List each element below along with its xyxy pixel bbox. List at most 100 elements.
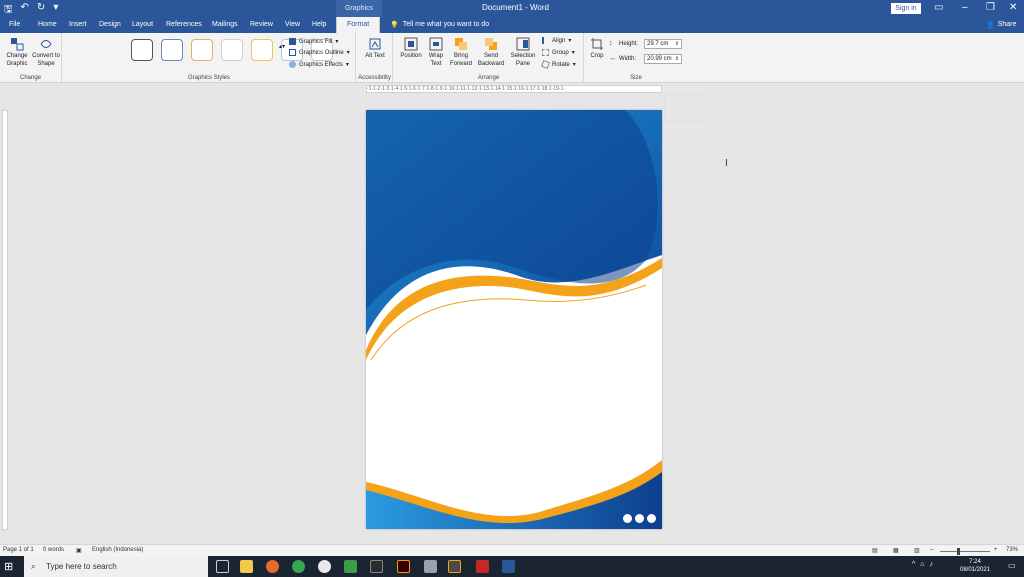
convert-shape-icon <box>40 40 52 48</box>
gallery-scroll-icon[interactable]: ▴▾ <box>279 43 285 50</box>
twitter-icon <box>623 514 632 523</box>
lightbulb-icon: 💡 <box>390 22 399 29</box>
proofing-icon[interactable]: ▣ <box>76 547 82 554</box>
change-graphic-icon <box>11 38 24 51</box>
minimize-icon[interactable]: – <box>962 2 968 13</box>
tab-design[interactable]: Design <box>99 21 121 28</box>
system-tray: ^ ⌂ ♪ <box>912 561 933 568</box>
volume-icon[interactable]: ♪ <box>930 561 934 568</box>
ribbon-tabs: File Home Insert Design Layout Reference… <box>0 17 1024 33</box>
task-view-icon[interactable] <box>216 560 229 573</box>
chevron-up-icon[interactable]: ^ <box>912 561 915 568</box>
width-field[interactable]: 20.99 cm ⇕ <box>644 54 682 64</box>
app-icon-2[interactable] <box>424 560 437 573</box>
alt-text-button[interactable]: Alt Text <box>363 37 387 60</box>
tab-references[interactable]: References <box>166 21 202 28</box>
tab-insert[interactable]: Insert <box>69 21 87 28</box>
tab-view[interactable]: View <box>285 21 300 28</box>
group-button[interactable]: Group ▾ <box>542 49 575 56</box>
app-icon[interactable] <box>318 560 331 573</box>
tab-home[interactable]: Home <box>38 21 57 28</box>
language[interactable]: English (Indonesia) <box>92 547 143 553</box>
selection-pane-icon <box>516 37 530 51</box>
graphics-effects-button[interactable]: Graphics Effects ▾ <box>289 61 349 68</box>
taskbar-search[interactable]: ⌕ Type here to search <box>24 556 208 577</box>
bring-forward-button[interactable]: Bring Forward <box>448 37 474 68</box>
inkscape-icon[interactable] <box>370 560 383 573</box>
read-mode-icon[interactable]: ▤ <box>872 547 878 554</box>
tab-file[interactable]: File <box>9 21 20 28</box>
illustrator-icon[interactable] <box>397 560 410 573</box>
style-swatch[interactable] <box>191 39 213 61</box>
selection-pane-button[interactable]: Selection Pane <box>508 37 538 68</box>
bring-forward-icon <box>455 38 467 50</box>
app-icon-4[interactable] <box>476 560 489 573</box>
change-graphic-button[interactable]: Change Graphic <box>3 37 31 68</box>
align-button[interactable]: Align ▾ <box>542 37 571 44</box>
crop-button[interactable]: Crop <box>587 37 607 60</box>
width-label: Width: <box>619 56 637 62</box>
social-icons <box>623 514 656 523</box>
arrange-label: Arrange <box>477 75 500 81</box>
horizontal-ruler[interactable]: ·1·1·2·1·3·1·4·1·5·1·6·1·7·1·8·1·9·1·10·… <box>366 85 662 93</box>
outline-icon <box>289 49 296 56</box>
network-icon[interactable]: ⌂ <box>920 561 924 568</box>
document-page[interactable] <box>366 110 662 529</box>
tab-format[interactable]: Format <box>336 17 381 33</box>
height-field[interactable]: 29.7 cm ⇕ <box>644 39 682 49</box>
ribbon-display-icon[interactable]: ▭ <box>934 2 943 13</box>
style-swatch[interactable] <box>221 39 243 61</box>
rotate-button[interactable]: Rotate ▾ <box>541 60 576 69</box>
windows-taskbar: ⊞ ⌕ Type here to search ^ ⌂ ♪ 7:24 08/01… <box>0 556 1024 577</box>
send-backward-button[interactable]: Send Backward <box>476 37 506 68</box>
style-swatch[interactable] <box>161 39 183 61</box>
zoom-out-icon[interactable]: – <box>930 547 933 553</box>
windows-start-icon[interactable]: ⊞ <box>4 560 13 573</box>
zoom-in-icon[interactable]: + <box>994 547 998 553</box>
image-app-icon[interactable] <box>344 560 357 573</box>
print-layout-icon[interactable]: ▦ <box>893 547 899 554</box>
zoom-slider-thumb[interactable] <box>957 548 960 555</box>
notifications-icon[interactable]: ▭ <box>1008 561 1016 570</box>
change-group-label: Change <box>19 75 42 81</box>
tab-review[interactable]: Review <box>250 21 273 28</box>
word-count[interactable]: 0 words <box>43 547 64 553</box>
tell-me-search[interactable]: 💡 Tell me what you want to do <box>390 21 489 29</box>
close-icon[interactable]: ✕ <box>1009 2 1017 13</box>
web-layout-icon[interactable]: ▥ <box>914 547 920 554</box>
share-button[interactable]: 👤 Share <box>986 21 1016 29</box>
size-group: Crop ↕ Height: 29.7 cm ⇕ ↔ Width: 20.99 … <box>585 33 687 83</box>
tab-layout[interactable]: Layout <box>132 21 153 28</box>
restore-icon[interactable]: ❐ <box>986 2 995 13</box>
style-swatch[interactable] <box>251 39 273 61</box>
position-icon <box>404 37 418 51</box>
graphics-tools-context-label: Graphics Tools <box>336 0 382 29</box>
style-swatch[interactable] <box>131 39 153 61</box>
sign-in-button[interactable]: Sign in <box>891 3 921 14</box>
width-spinner-icon[interactable]: ⇕ <box>675 55 679 64</box>
app-icon-3[interactable] <box>448 560 461 573</box>
tab-mailings[interactable]: Mailings <box>212 21 238 28</box>
file-explorer-icon[interactable] <box>240 560 253 573</box>
clock[interactable]: 7:24 08/01/2021 <box>960 558 990 574</box>
person-icon: 👤 <box>986 22 995 29</box>
page-count[interactable]: Page 1 of 1 <box>3 547 34 553</box>
word-icon[interactable] <box>502 560 515 573</box>
firefox-icon[interactable] <box>266 560 279 573</box>
vertical-ruler[interactable] <box>2 110 8 530</box>
zoom-level[interactable]: 73% <box>1006 547 1018 553</box>
height-spinner-icon[interactable]: ⇕ <box>675 40 679 49</box>
convert-to-shape-button[interactable]: Convert to Shape <box>32 37 60 68</box>
poster-graphic[interactable] <box>366 110 662 529</box>
accessibility-group: Alt Text Accessibility <box>357 33 393 83</box>
width-icon: ↔ <box>609 55 616 62</box>
zoom-slider[interactable] <box>940 551 990 552</box>
crop-icon <box>591 38 603 50</box>
tab-help[interactable]: Help <box>312 21 326 28</box>
graphics-fill-button[interactable]: Graphics Fill ▾ <box>289 38 338 45</box>
graphics-outline-button[interactable]: Graphics Outline ▾ <box>289 49 350 56</box>
wrap-text-button[interactable]: Wrap Text <box>424 37 448 68</box>
chrome-icon[interactable] <box>292 560 305 573</box>
effects-icon <box>289 61 296 68</box>
position-button[interactable]: Position <box>398 37 424 60</box>
